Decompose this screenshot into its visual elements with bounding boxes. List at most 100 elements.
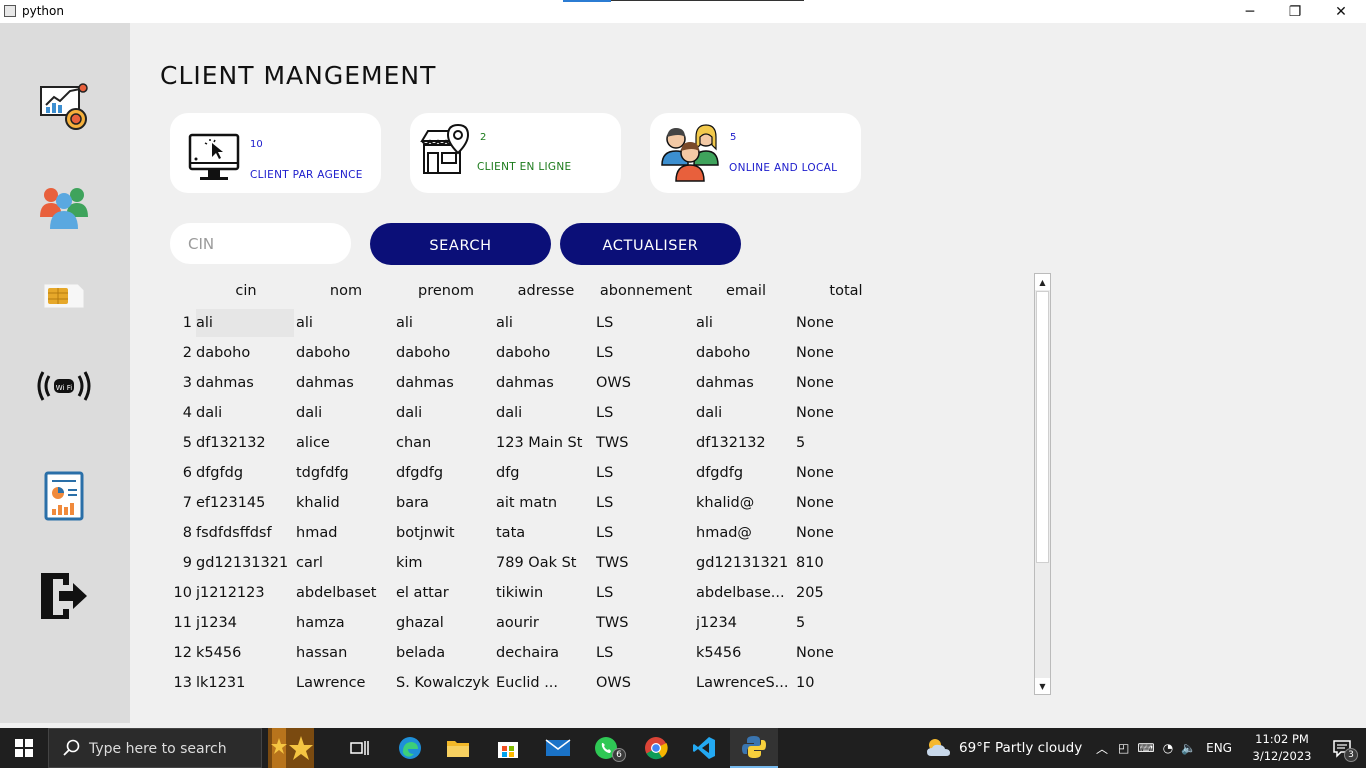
cell-email[interactable]: df132132 [696, 435, 794, 451]
cell-prenom[interactable]: kim [396, 555, 494, 571]
scroll-up-arrow[interactable]: ▲ [1035, 274, 1050, 290]
cell-cin[interactable]: j1212123 [196, 585, 294, 601]
cell-adresse[interactable]: ait matn [496, 495, 594, 511]
cell-abonnement[interactable]: LS [596, 585, 694, 601]
taskbar-edge[interactable] [386, 728, 434, 768]
cell-adresse[interactable]: dahmas [496, 375, 594, 391]
column-header-cin[interactable]: cin [196, 283, 296, 299]
column-header-prenom[interactable]: prenom [396, 283, 496, 299]
table-row[interactable]: 12 k5456 hassan belada dechaira LS k5456 None [170, 639, 1050, 669]
cell-abonnement[interactable]: LS [596, 405, 694, 421]
cell-cin[interactable]: j1234 [196, 615, 294, 631]
table-row[interactable]: 13 lk1231 Lawrence S. Kowalczyk Euclid ... OW… [170, 669, 1050, 695]
cell-total[interactable]: 5 [796, 615, 894, 631]
cell-email[interactable]: daboho [696, 345, 794, 361]
cell-email[interactable]: abdelbase... [696, 585, 794, 601]
table-row[interactable]: 6 dfgfdg tdgfdfg dfgdfg dfg LS dfgdfg None [170, 459, 1050, 489]
card-client-par-agence[interactable]: 10 CLIENT PAR AGENCE [170, 113, 381, 193]
cell-nom[interactable]: hassan [296, 645, 394, 661]
table-row[interactable]: 4 dali dali dali dali LS dali None [170, 399, 1050, 429]
task-view-button[interactable] [336, 728, 384, 768]
volume-icon[interactable]: 🔈 [1181, 741, 1196, 755]
scroll-thumb[interactable] [1036, 291, 1049, 563]
table-row[interactable]: 7 ef123145 khalid bara ait matn LS khalid@ None [170, 489, 1050, 519]
cell-nom[interactable]: carl [296, 555, 394, 571]
start-button[interactable] [0, 728, 48, 768]
taskbar-search-box[interactable]: Type here to search [48, 728, 262, 768]
cell-abonnement[interactable]: LS [596, 345, 694, 361]
column-header-abonnement[interactable]: abonnement [596, 283, 696, 299]
language-indicator[interactable]: ENG [1206, 741, 1232, 755]
cell-total[interactable]: 10 [796, 675, 894, 691]
cell-nom[interactable]: tdgfdfg [296, 465, 394, 481]
cell-total[interactable]: None [796, 375, 894, 391]
cell-email[interactable]: dali [696, 405, 794, 421]
cell-cin[interactable]: dfgfdg [196, 465, 294, 481]
column-header-total[interactable]: total [796, 283, 896, 299]
client-table[interactable]: cin nom prenom adresse abonnement email total … [170, 279, 1050, 695]
table-row[interactable]: 1 ali ali ali ali LS ali None [170, 309, 1050, 339]
cell-prenom[interactable]: dahmas [396, 375, 494, 391]
cell-adresse[interactable]: tikiwin [496, 585, 594, 601]
search-button[interactable]: SEARCH [370, 223, 551, 265]
cell-nom[interactable]: ali [296, 315, 394, 331]
cell-adresse[interactable]: 123 Main St [496, 435, 594, 451]
cell-total[interactable]: None [796, 315, 894, 331]
cell-total[interactable]: 810 [796, 555, 894, 571]
cell-prenom[interactable]: S. Kowalczyk [396, 675, 494, 691]
cell-nom[interactable]: abdelbaset [296, 585, 394, 601]
cell-nom[interactable]: hamza [296, 615, 394, 631]
sidebar-item-wifi[interactable]: Wi Fi [36, 359, 92, 413]
taskbar-clock[interactable]: 11:02 PM 3/12/2023 [1252, 731, 1312, 765]
cell-email[interactable]: hmad@ [696, 525, 794, 541]
table-row[interactable]: 3 dahmas dahmas dahmas dahmas OWS dahmas None [170, 369, 1050, 399]
cell-cin[interactable]: dahmas [196, 375, 294, 391]
table-row[interactable]: 2 daboho daboho daboho daboho LS daboho None [170, 339, 1050, 369]
table-row[interactable]: 8 fsdfdsffdsf hmad botjnwit tata LS hmad@ None [170, 519, 1050, 549]
taskbar-mail[interactable] [534, 728, 582, 768]
cell-email[interactable]: LawrenceS... [696, 675, 794, 691]
sidebar-item-logout[interactable] [36, 569, 92, 623]
cell-cin[interactable]: gd12131321 [196, 555, 294, 571]
cell-adresse[interactable]: ali [496, 315, 594, 331]
cell-total[interactable]: 5 [796, 435, 894, 451]
cell-cin[interactable]: df132132 [196, 435, 294, 451]
cell-prenom[interactable]: belada [396, 645, 494, 661]
maximize-button[interactable]: ❐ [1272, 0, 1318, 23]
close-button[interactable]: ✕ [1318, 0, 1364, 23]
cell-cin[interactable]: daboho [196, 345, 294, 361]
cell-abonnement[interactable]: TWS [596, 435, 694, 451]
sidebar-item-clients[interactable] [36, 179, 92, 233]
cell-total[interactable]: None [796, 345, 894, 361]
cell-email[interactable]: dahmas [696, 375, 794, 391]
cell-total[interactable]: None [796, 525, 894, 541]
table-row[interactable]: 11 j1234 hamza ghazal aourir TWS j1234 5 [170, 609, 1050, 639]
taskbar-python[interactable] [730, 728, 778, 768]
cell-prenom[interactable]: ali [396, 315, 494, 331]
cell-prenom[interactable]: bara [396, 495, 494, 511]
cell-prenom[interactable]: dfgdfg [396, 465, 494, 481]
cell-adresse[interactable]: tata [496, 525, 594, 541]
taskbar-file-explorer[interactable] [434, 728, 482, 768]
cell-abonnement[interactable]: TWS [596, 615, 694, 631]
cell-nom[interactable]: daboho [296, 345, 394, 361]
column-header-adresse[interactable]: adresse [496, 283, 596, 299]
cell-nom[interactable]: hmad [296, 525, 394, 541]
scroll-down-arrow[interactable]: ▼ [1035, 678, 1050, 694]
cell-email[interactable]: khalid@ [696, 495, 794, 511]
cell-cin[interactable]: lk1231 [196, 675, 294, 691]
cell-abonnement[interactable]: OWS [596, 675, 694, 691]
cell-abonnement[interactable]: LS [596, 495, 694, 511]
column-header-email[interactable]: email [696, 283, 796, 299]
cell-email[interactable]: j1234 [696, 615, 794, 631]
actualiser-button[interactable]: ACTUALISER [560, 223, 741, 265]
cell-nom[interactable]: Lawrence [296, 675, 394, 691]
cell-cin[interactable]: k5456 [196, 645, 294, 661]
cell-prenom[interactable]: chan [396, 435, 494, 451]
cell-total[interactable]: None [796, 405, 894, 421]
table-row[interactable]: 9 gd12131321 carl kim 789 Oak St TWS gd1213132… [170, 549, 1050, 579]
cell-cin[interactable]: fsdfdsffdsf [196, 525, 294, 541]
card-client-en-ligne[interactable]: 2 CLIENT EN LIGNE [410, 113, 621, 193]
card-online-and-local[interactable]: 5 ONLINE AND LOCAL [650, 113, 861, 193]
taskbar-chrome[interactable] [632, 728, 680, 768]
